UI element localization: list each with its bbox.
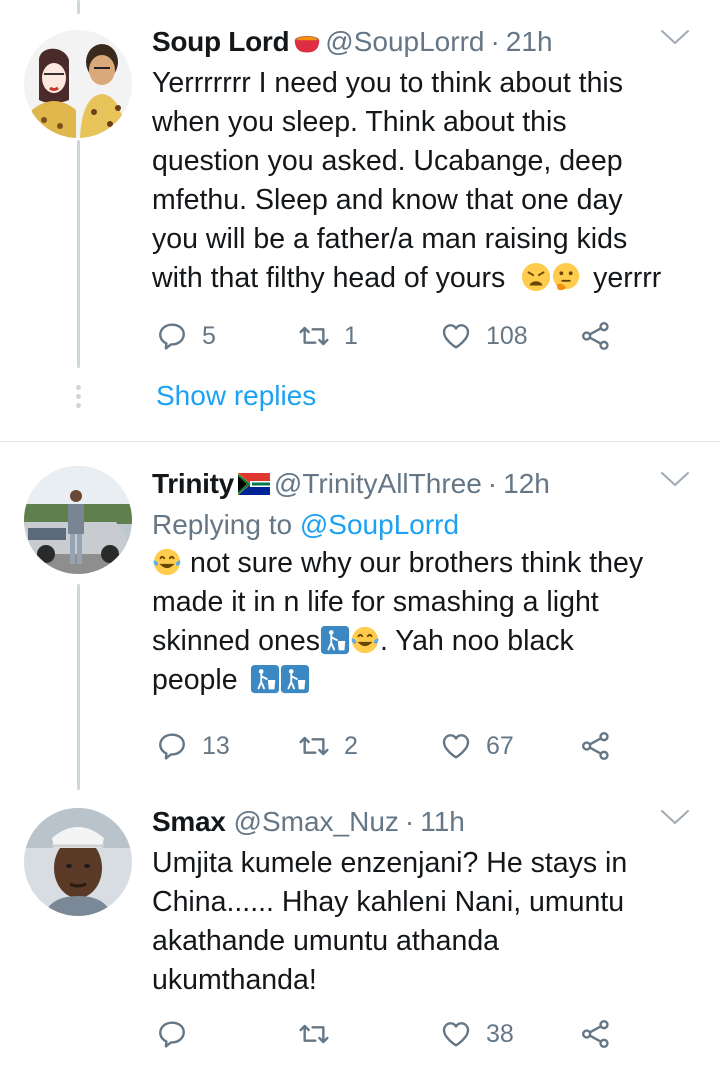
retweet-icon xyxy=(298,730,330,762)
share-icon xyxy=(580,320,612,352)
tweet-text-line: skinned ones . Yah noo black xyxy=(152,622,700,661)
tweet-text: not sure why our brothers think they mad… xyxy=(152,544,700,700)
tweet-text-line: you will be a father/a man raising kids xyxy=(152,223,628,255)
replying-to: Replying to @SoupLorrd xyxy=(152,506,700,544)
user-handle[interactable]: @TrinityAllThree xyxy=(274,468,482,500)
retweet-icon xyxy=(298,320,330,352)
tweet-text-line: Yerrrrrrr I need you to think about this xyxy=(152,67,624,99)
avatar-smax[interactable] xyxy=(24,808,132,916)
tweet-text-line: question you asked. Ucabange, deep xyxy=(152,145,623,177)
like-count: 67 xyxy=(486,731,514,760)
separator-dot: · xyxy=(487,468,498,499)
show-replies-link[interactable]: Show replies xyxy=(156,380,316,412)
tweet-smax[interactable]: Smax @Smax_Nuz · 11h Umjita kumele enzen… xyxy=(152,804,700,1000)
tweet-header: Trinity @TrinityAllThree · 12h xyxy=(152,466,700,502)
thread-more-dots xyxy=(74,385,82,412)
share-button[interactable] xyxy=(580,1014,612,1054)
replying-to-link[interactable]: @SoupLorrd xyxy=(300,509,459,540)
like-button[interactable]: 108 xyxy=(440,316,528,356)
display-name[interactable]: Trinity xyxy=(152,468,234,500)
tweet-text-line: people xyxy=(152,661,700,700)
tweet-time[interactable]: 12h xyxy=(503,468,550,500)
separator-dot: · xyxy=(404,806,415,837)
tweet-header: Soup Lord @SoupLorrd · 21h xyxy=(152,24,700,60)
retweet-icon xyxy=(298,1018,330,1050)
reply-button[interactable]: 5 xyxy=(156,316,216,356)
tweet-actions: 5 1 108 xyxy=(0,316,720,356)
tweet-text-line: China...... Hhay kahleni Nani, umuntu xyxy=(152,886,625,918)
tweet-text-fragment: yerrrr xyxy=(593,262,662,294)
reply-count: 5 xyxy=(202,321,216,350)
litter-bin-emoji xyxy=(250,664,280,694)
retweet-button[interactable] xyxy=(298,1014,344,1054)
display-name[interactable]: Smax xyxy=(152,806,226,838)
reply-icon xyxy=(156,320,188,352)
retweet-button[interactable]: 2 xyxy=(298,726,358,766)
litter-bin-emoji xyxy=(320,625,350,655)
reply-icon xyxy=(156,1018,188,1050)
like-count: 108 xyxy=(486,321,528,350)
share-icon xyxy=(580,1018,612,1050)
tweet-text-line: akathande umuntu athanda xyxy=(152,925,500,957)
chevron-down-icon[interactable] xyxy=(658,26,692,48)
replying-to-label: Replying to xyxy=(152,509,293,540)
south-africa-flag xyxy=(237,473,270,495)
like-count: 38 xyxy=(486,1019,514,1048)
tweet-text-fragment: people xyxy=(152,664,238,696)
soup-pot-emoji xyxy=(295,35,320,53)
user-handle[interactable]: @Smax_Nuz xyxy=(234,806,399,838)
tweet-soup-lord[interactable]: Soup Lord @SoupLorrd · 21h Yerrrrrrr I n… xyxy=(152,24,700,298)
tweet-text-line: with that filthy head of yours yerrrr xyxy=(152,259,700,298)
tweet-text-line: made it in n life for smashing a light xyxy=(152,586,599,618)
tweet-text: Yerrrrrrr I need you to think about this… xyxy=(152,64,700,298)
tweet-text-fragment: not sure why our brothers think they xyxy=(190,547,644,579)
tweet-text-line: mfethu. Sleep and know that one day xyxy=(152,184,623,216)
divider xyxy=(0,441,720,442)
tweet-text-line: Umjita kumele enzenjani? He stays in xyxy=(152,847,628,879)
tweet-text-line: not sure why our brothers think they xyxy=(152,544,700,583)
like-icon xyxy=(440,730,472,762)
tweet-trinity[interactable]: Trinity @TrinityAllThree · 12h Replying … xyxy=(152,466,700,700)
retweet-count: 2 xyxy=(344,731,358,760)
display-name[interactable]: Soup Lord xyxy=(152,26,290,58)
user-handle[interactable]: @SoupLorrd xyxy=(325,26,484,58)
like-button[interactable]: 67 xyxy=(440,726,514,766)
tears-of-joy-emoji xyxy=(152,547,182,577)
tweet-actions: 38 xyxy=(0,1014,720,1054)
like-button[interactable]: 38 xyxy=(440,1014,514,1054)
tweet-time[interactable]: 11h xyxy=(420,806,465,838)
tweet-text-fragment: . Yah noo black xyxy=(379,625,574,657)
tweet-time[interactable]: 21h xyxy=(506,26,553,58)
tweet-text-line: when you sleep. Think about this xyxy=(152,106,567,138)
thread-line-top xyxy=(77,0,80,14)
tweet-text-fragment: skinned ones xyxy=(152,625,320,657)
chevron-down-icon[interactable] xyxy=(658,806,692,828)
retweet-count: 1 xyxy=(344,321,358,350)
separator-dot: · xyxy=(490,26,500,57)
avatar-trinity[interactable] xyxy=(24,466,132,574)
retweet-button[interactable]: 1 xyxy=(298,316,358,356)
avatar-soup-lord[interactable] xyxy=(24,30,132,138)
litter-bin-emoji xyxy=(280,664,310,694)
tweet-text-line: ukumthanda! xyxy=(152,964,317,996)
share-button[interactable] xyxy=(580,316,612,356)
like-icon xyxy=(440,1018,472,1050)
reply-button[interactable]: 13 xyxy=(156,726,230,766)
weary-face-emoji xyxy=(521,262,551,292)
tweet-actions: 13 2 67 xyxy=(0,726,720,766)
tears-of-joy-emoji xyxy=(350,625,380,655)
share-button[interactable] xyxy=(580,726,612,766)
tweet-text-fragment: with that filthy head of yours xyxy=(152,262,506,294)
like-icon xyxy=(440,320,472,352)
chevron-down-icon[interactable] xyxy=(658,468,692,490)
reply-count: 13 xyxy=(202,731,230,760)
tweet-text: Umjita kumele enzenjani? He stays in Chi… xyxy=(152,844,700,1000)
tweet-header: Smax @Smax_Nuz · 11h xyxy=(152,804,700,840)
reply-button[interactable] xyxy=(156,1014,202,1054)
thinking-face-emoji xyxy=(551,262,581,292)
reply-icon xyxy=(156,730,188,762)
share-icon xyxy=(580,730,612,762)
